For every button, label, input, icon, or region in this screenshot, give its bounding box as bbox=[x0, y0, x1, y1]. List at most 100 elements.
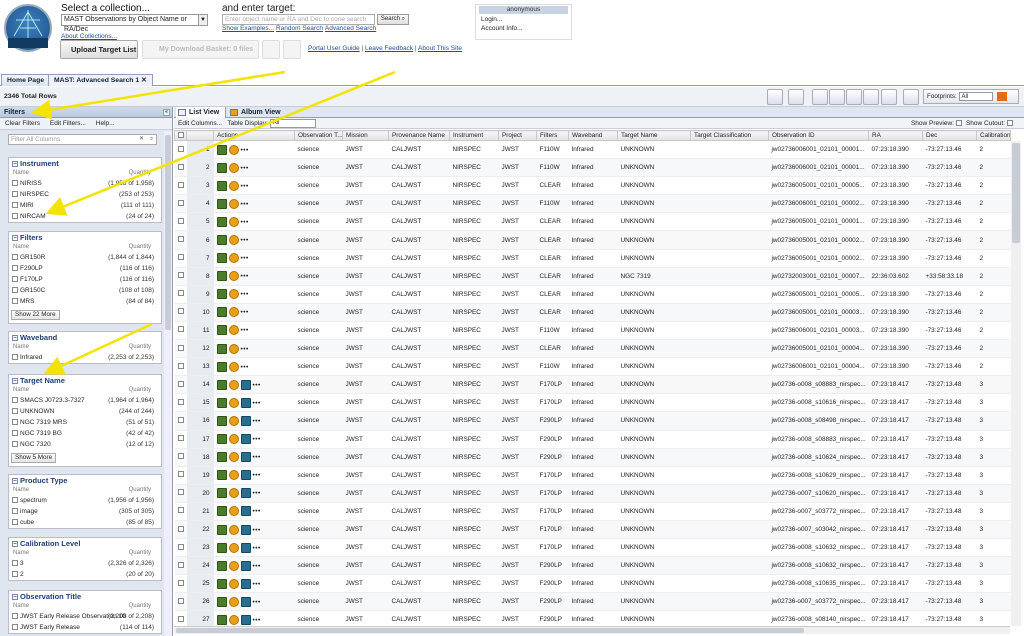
preview-icon[interactable] bbox=[228, 506, 239, 517]
filter-item[interactable]: image (305 of 305) bbox=[9, 506, 161, 517]
filter-item[interactable]: Infrared (2,253 of 2,253) bbox=[9, 352, 161, 363]
row-checkbox[interactable] bbox=[177, 308, 184, 315]
collapse-icon[interactable]: – bbox=[12, 541, 18, 548]
preview-icon[interactable] bbox=[228, 470, 239, 481]
details-icon[interactable] bbox=[216, 379, 227, 390]
filter-group-title[interactable]: – Waveband bbox=[9, 332, 161, 343]
details-icon[interactable] bbox=[216, 578, 227, 589]
preview-icon[interactable] bbox=[228, 524, 239, 535]
show-cutout-checkbox[interactable] bbox=[1007, 120, 1013, 127]
row-checkbox[interactable] bbox=[177, 217, 184, 224]
table-row[interactable]: 1 ••• science JWST CALJWST NIRSPEC JWST F110W In… bbox=[174, 140, 1011, 160]
row-checkbox[interactable] bbox=[177, 435, 184, 442]
search-icon[interactable]: ⌕ bbox=[147, 135, 156, 144]
table-row[interactable]: 4 ••• science JWST CALJWST NIRSPEC JWST F110W In… bbox=[174, 194, 1011, 214]
details-icon[interactable] bbox=[216, 216, 227, 227]
collapse-icon[interactable]: – bbox=[12, 335, 18, 342]
preview-icon[interactable] bbox=[228, 452, 239, 463]
more-actions-icon[interactable]: ••• bbox=[241, 218, 249, 225]
preview-icon[interactable] bbox=[228, 397, 239, 408]
details-icon[interactable] bbox=[216, 488, 227, 499]
details-icon[interactable] bbox=[216, 144, 227, 155]
basket-add-icon[interactable] bbox=[262, 40, 280, 59]
table-horizontal-scrollbar[interactable] bbox=[174, 626, 1010, 634]
collapse-icon[interactable]: – bbox=[12, 235, 18, 242]
more-actions-icon[interactable]: ••• bbox=[241, 291, 249, 298]
filter-checkbox[interactable] bbox=[12, 191, 18, 198]
more-actions-icon[interactable]: ••• bbox=[241, 255, 249, 262]
preview-icon[interactable] bbox=[228, 216, 239, 227]
preview-icon[interactable] bbox=[228, 307, 239, 318]
table-row[interactable]: 3 ••• science JWST CALJWST NIRSPEC JWST CLEAR In… bbox=[174, 176, 1011, 196]
tab-list-view[interactable]: List View bbox=[176, 107, 226, 118]
details-icon[interactable] bbox=[216, 289, 227, 300]
scroll-thumb[interactable] bbox=[1012, 143, 1020, 243]
footprints-select[interactable]: All bbox=[958, 91, 993, 101]
table-row[interactable]: 10 ••• science JWST CALJWST NIRSPEC JWST CLEAR I… bbox=[174, 303, 1011, 322]
row-checkbox[interactable] bbox=[177, 561, 184, 568]
row-checkbox[interactable] bbox=[177, 543, 184, 550]
preview-icon[interactable] bbox=[228, 379, 239, 390]
filter-item[interactable]: SMACS J0723.3-7327 (1,964 of 1,964) bbox=[9, 395, 161, 406]
row-checkbox[interactable] bbox=[177, 236, 184, 243]
leave-feedback-link[interactable]: Leave Feedback bbox=[365, 45, 413, 52]
details-icon[interactable] bbox=[216, 325, 227, 336]
show-more-button[interactable]: Show 5 More bbox=[11, 453, 57, 463]
grid-icon[interactable] bbox=[829, 89, 845, 105]
filter-item[interactable]: cube (85 of 85) bbox=[9, 517, 161, 528]
row-checkbox[interactable] bbox=[177, 471, 184, 478]
preview-icon[interactable] bbox=[228, 162, 239, 173]
filter-checkbox[interactable] bbox=[12, 624, 18, 631]
details-icon[interactable] bbox=[216, 542, 227, 553]
filter-item[interactable]: NGC 7320 (12 of 12) bbox=[9, 439, 161, 450]
table-icon[interactable] bbox=[863, 89, 879, 105]
scroll-thumb[interactable] bbox=[176, 628, 804, 633]
column-header[interactable]: Observation T... bbox=[294, 130, 343, 141]
filter-checkbox[interactable] bbox=[12, 298, 18, 305]
filter-group-title[interactable]: – Instrument bbox=[9, 158, 161, 169]
more-actions-icon[interactable]: ••• bbox=[253, 381, 261, 388]
filter-item[interactable]: NGC 7319 MRS (51 of 51) bbox=[9, 417, 161, 428]
tab-advanced-search[interactable]: MAST: Advanced Search 1 ✕ bbox=[48, 74, 153, 86]
filter-item[interactable]: GR150C (108 of 108) bbox=[9, 285, 161, 296]
row-checkbox[interactable] bbox=[177, 507, 184, 514]
more-actions-icon[interactable]: ••• bbox=[241, 237, 249, 244]
table-row[interactable]: 26 ••• science JWST CALJWST NIRSPEC JWST F290LP… bbox=[174, 592, 1011, 612]
filter-group-title[interactable]: – Product Type bbox=[9, 475, 161, 486]
spectrum-icon[interactable] bbox=[240, 596, 251, 607]
preview-icon[interactable] bbox=[228, 596, 239, 607]
filter-checkbox[interactable] bbox=[12, 254, 18, 261]
details-icon[interactable] bbox=[216, 397, 227, 408]
spectrum-icon[interactable] bbox=[240, 542, 251, 553]
details-icon[interactable] bbox=[216, 614, 227, 625]
preview-icon[interactable] bbox=[228, 343, 239, 354]
details-icon[interactable] bbox=[216, 253, 227, 264]
filter-item[interactable]: F170LP (116 of 116) bbox=[9, 274, 161, 285]
filter-item[interactable]: NIRCAM (24 of 24) bbox=[9, 211, 161, 222]
row-checkbox[interactable] bbox=[177, 525, 184, 532]
table-row[interactable]: 11 ••• science JWST CALJWST NIRSPEC JWST F110W I… bbox=[174, 321, 1011, 341]
more-actions-icon[interactable]: ••• bbox=[241, 273, 249, 280]
columns-icon[interactable] bbox=[846, 89, 862, 105]
filter-checkbox[interactable] bbox=[12, 265, 18, 272]
preview-icon[interactable] bbox=[228, 361, 239, 372]
link-icon[interactable] bbox=[767, 89, 783, 105]
details-icon[interactable] bbox=[216, 560, 227, 571]
preview-icon[interactable] bbox=[228, 271, 239, 282]
table-row[interactable]: 14 ••• science JWST CALJWST NIRSPEC JWST F170LP… bbox=[174, 375, 1011, 395]
spectrum-icon[interactable] bbox=[240, 524, 251, 535]
more-actions-icon[interactable]: ••• bbox=[253, 508, 261, 515]
table-row[interactable]: 25 ••• science JWST CALJWST NIRSPEC JWST F290LP… bbox=[174, 574, 1011, 594]
about-site-link[interactable]: About This Site bbox=[418, 45, 462, 52]
column-header[interactable]: Dec bbox=[922, 130, 977, 141]
row-checkbox[interactable] bbox=[177, 181, 184, 188]
filter-all-input[interactable]: Filter All Columns ✕ ⌕ bbox=[8, 134, 157, 145]
table-row[interactable]: 18 ••• science JWST CALJWST NIRSPEC JWST F290LP… bbox=[174, 448, 1011, 467]
show-examples-link[interactable]: Show Examples... bbox=[222, 25, 274, 32]
filter-checkbox[interactable] bbox=[12, 180, 18, 187]
row-checkbox[interactable] bbox=[177, 597, 184, 604]
filter-item[interactable]: UNKNOWN (244 of 244) bbox=[9, 406, 161, 417]
table-vertical-scrollbar[interactable] bbox=[1011, 141, 1021, 626]
row-checkbox[interactable] bbox=[177, 145, 184, 152]
details-icon[interactable] bbox=[216, 434, 227, 445]
